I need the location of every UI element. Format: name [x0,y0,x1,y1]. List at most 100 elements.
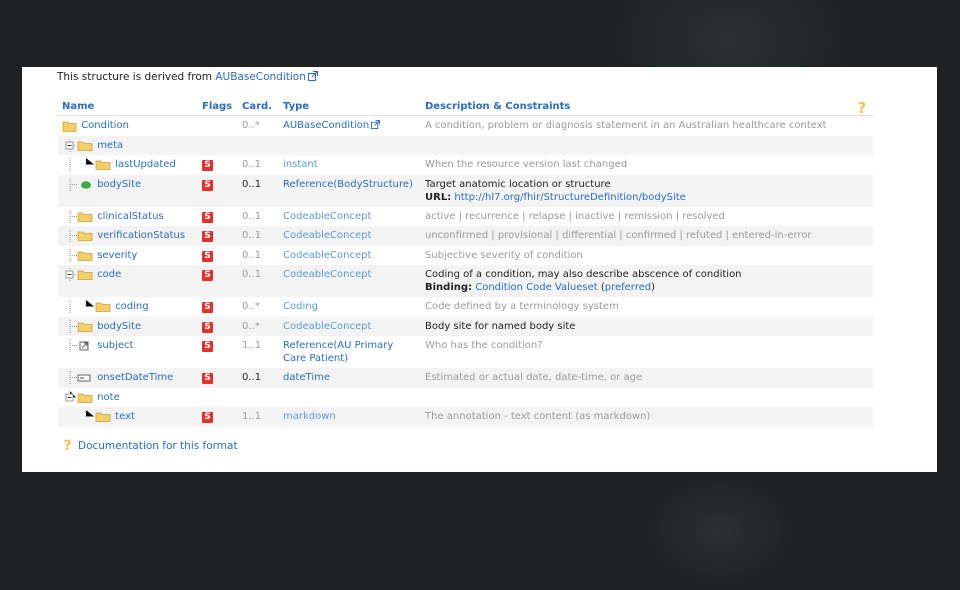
table-row: onsetDateTime S 0..1 dateTime Estimated … [58,368,873,388]
table-row: verificationStatus S 0..1 CodeableConcep… [58,226,873,246]
type-link[interactable]: dateTime [279,368,421,388]
element-name[interactable]: subject [97,340,133,351]
element-name[interactable]: verificationStatus [97,230,185,241]
col-header-type: Type [279,98,421,116]
must-support-flag: S [202,302,213,313]
table-row: note [58,388,873,408]
col-header-desc: Description & Constraints [421,98,873,116]
table-row: severity S 0..1 CodeableConcept Subjecti… [58,246,873,266]
type-link[interactable]: CodeableConcept [279,316,421,336]
description: Who has the condition? [425,340,543,351]
base-profile-link[interactable]: AUBaseCondition [215,71,306,83]
element-name[interactable]: code [97,269,121,280]
help-icon: ? [63,438,71,454]
must-support-flag: S [202,211,213,223]
must-support-flag: S [202,373,213,384]
tree-connector-icon [65,138,93,152]
description: Target anatomic location or structure [425,178,611,190]
background-glow [640,470,800,590]
type-link[interactable]: BodyStructure [337,179,409,190]
cardinality: 0..* [238,316,279,336]
description: Subjective severity of condition [425,249,583,261]
element-name[interactable]: severity [97,250,137,261]
tree-connector-icon [69,209,93,223]
tree-connector-icon [69,177,91,191]
cardinality: 0..1 [242,249,262,261]
element-name[interactable]: Condition [81,120,129,131]
folder-icon [62,121,77,132]
type-link[interactable]: instant [279,155,421,175]
type-link[interactable]: CodeableConcept [279,246,421,266]
element-name[interactable]: text [115,411,135,422]
table-row: coding S 0..* Coding Code defined by a t… [58,297,873,317]
cardinality: 0..* [242,301,260,312]
cardinality: 0..1 [238,368,279,388]
element-name[interactable]: clinicalStatus [97,211,163,222]
table-row: code S 0..1 CodeableConcept Coding of a … [58,265,873,297]
type-link[interactable]: CodeableConcept [279,226,421,246]
tree-connector-icon [65,390,93,403]
url-link[interactable]: http://hl7.org/fhir/StructureDefinition/… [454,192,685,203]
element-name[interactable]: lastUpdated [115,159,176,170]
tree-connector-icon [69,300,111,313]
cardinality: 0..1 [238,174,279,207]
type-link[interactable]: CodeableConcept [279,207,421,227]
element-name[interactable]: coding [115,301,148,312]
table-header-row: Name Flags Card. Type Description & Cons… [58,98,873,116]
binding-link[interactable]: Condition Code Valueset [475,282,597,293]
must-support-flag: S [202,250,213,262]
external-link-icon [371,120,381,129]
tree-connector-icon [69,248,93,262]
tree-connector-icon [69,158,111,171]
table-row: lastUpdated S 0..1 instant When the reso… [58,155,873,175]
col-header-name: Name [58,98,198,116]
col-header-card: Card. [238,98,279,116]
external-link-icon [307,71,318,81]
description: The annotation - text content (as markdo… [421,407,873,427]
must-support-flag: S [202,321,213,333]
cardinality: 0..1 [238,226,279,246]
structure-table: Name Flags Card. Type Description & Cons… [58,98,873,427]
description: unconfirmed | provisional | differential… [421,226,873,246]
element-name[interactable]: bodySite [97,179,141,190]
description: When the resource version last changed [425,159,628,170]
must-support-flag: S [202,270,213,281]
tree-connector-icon [69,371,91,384]
description: A condition, problem or diagnosis statem… [425,120,827,131]
table-row: Condition 0..* AUBaseCondition A conditi… [58,116,873,136]
element-name[interactable]: note [97,392,120,403]
type-link[interactable]: Coding [279,297,421,317]
documentation-link[interactable]: ? Documentation for this format [61,437,237,454]
tree-connector-icon [69,319,93,333]
must-support-flag: S [202,179,213,191]
description: Body site for named body site [421,316,873,336]
cardinality: 1..1 [242,340,262,351]
element-name[interactable]: meta [97,140,123,151]
cardinality: 0..1 [242,159,262,170]
type-link[interactable]: AUBaseCondition [283,120,369,131]
tree-connector-icon [69,229,93,242]
type-link[interactable]: markdown [279,407,421,427]
cardinality: 0..1 [238,265,279,297]
svg-text:?: ? [63,438,71,452]
description: Coding of a condition, may also describe… [425,269,742,280]
table-row: text S 1..1 markdown The annotation - te… [58,407,873,427]
table-row: meta [58,135,873,155]
element-name[interactable]: bodySite [97,321,141,332]
description: Code defined by a terminology system [425,301,619,312]
element-name[interactable]: onsetDateTime [97,372,173,383]
tree-connector-icon [85,410,111,422]
type-link[interactable]: CodeableConcept [279,265,421,297]
must-support-flag: S [202,412,213,423]
derived-from-line: This structure is derived from AUBaseCon… [57,71,318,83]
table-row: bodySite S 0..1 Reference(BodyStructure)… [58,174,873,207]
col-header-flags: Flags [198,98,238,116]
tree-connector-icon [65,268,93,281]
table-row: subject S 1..1 Reference(AU Primary Care… [58,336,873,368]
must-support-flag: S [202,160,213,171]
binding-strength-link[interactable]: preferred [605,282,651,293]
cardinality: 1..1 [238,407,279,427]
description: Estimated or actual date, date-time, or … [421,368,873,388]
structure-panel: This structure is derived from AUBaseCon… [22,67,937,472]
must-support-flag: S [202,231,213,242]
